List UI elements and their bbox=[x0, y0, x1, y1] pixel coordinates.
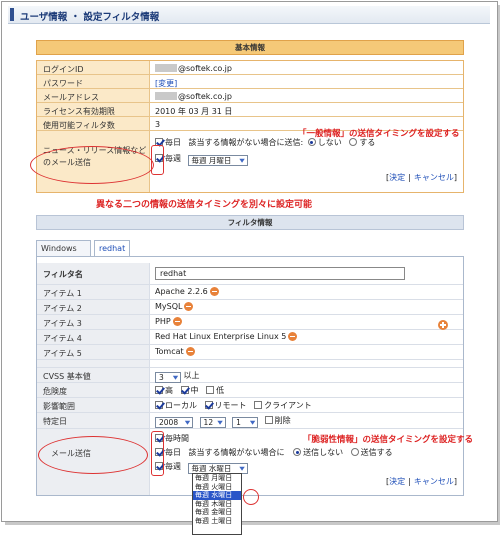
login-id-value: @softek.co.jp bbox=[178, 64, 232, 73]
item-4-value: Red Hat Linux Enterprise Linux 5 bbox=[155, 332, 287, 341]
item-3-value: PHP bbox=[155, 317, 171, 326]
daily-label: 毎日 bbox=[165, 138, 181, 147]
label-password: パスワード bbox=[37, 75, 149, 88]
row-risk: 危険度 高 中 低 bbox=[37, 383, 463, 398]
row-cvss: CVSS 基本値 3 以上 bbox=[37, 368, 463, 383]
row-date: 特定日 2008 12 1 削除 bbox=[37, 413, 463, 429]
dropdown-option[interactable]: 毎週 木曜日 bbox=[193, 500, 241, 509]
scope-remote-checkbox[interactable] bbox=[204, 401, 213, 409]
weekly-label: 毎週 bbox=[165, 154, 181, 163]
cvss-select[interactable]: 3 bbox=[155, 372, 181, 383]
label-login-id: ログインID bbox=[37, 61, 149, 74]
send-yes-radio[interactable] bbox=[349, 138, 358, 146]
label-scope: 影響範囲 bbox=[37, 398, 149, 412]
annotation-oval bbox=[243, 489, 259, 505]
vuln-cancel-link[interactable]: キャンセル bbox=[414, 477, 454, 486]
annotation-vuln: 「脆弱性情報」の送信タイミングを設定する bbox=[303, 435, 474, 445]
email-value: @softek.co.jp bbox=[178, 92, 232, 101]
send-no-radio[interactable] bbox=[307, 138, 316, 146]
tab-redhat[interactable]: redhat bbox=[94, 240, 130, 256]
frame-shadow bbox=[5, 522, 500, 525]
day-select[interactable]: 1 bbox=[232, 417, 259, 428]
month-select[interactable]: 12 bbox=[199, 417, 226, 428]
cancel-link[interactable]: キャンセル bbox=[414, 173, 454, 182]
scope-client-checkbox[interactable] bbox=[254, 401, 263, 409]
cvss-suffix: 以上 bbox=[183, 371, 200, 380]
remove-item-icon[interactable] bbox=[288, 332, 298, 341]
license-value: 2010 年 03 月 31 日 bbox=[149, 103, 463, 116]
annotation-oval bbox=[38, 436, 148, 474]
redacted-mask bbox=[155, 92, 177, 100]
send-no-label: しない bbox=[317, 138, 342, 147]
row-scope: 影響範囲 ローカル リモート クライアント bbox=[37, 398, 463, 413]
confirm-link[interactable]: 決定 bbox=[389, 173, 405, 182]
remove-item-icon[interactable] bbox=[184, 302, 194, 311]
send-yes-label: する bbox=[359, 138, 376, 147]
row-item-4: アイテム 4 Red Hat Linux Enterprise Linux 5 bbox=[37, 330, 463, 345]
annotation-general: 「一般情報」の送信タイミングを設定する bbox=[298, 129, 460, 139]
weekday-dropdown-list[interactable]: 毎週 月曜日 毎週 火曜日 毎週 水曜日 毎週 木曜日 毎週 金曜日 毎週 土曜… bbox=[192, 473, 242, 535]
dropdown-option[interactable]: 毎週 月曜日 bbox=[193, 474, 241, 483]
remove-item-icon[interactable] bbox=[172, 317, 182, 326]
remove-item-icon[interactable] bbox=[209, 287, 219, 296]
row-email: メールアドレス @softek.co.jp bbox=[37, 89, 463, 103]
scope-local-checkbox[interactable] bbox=[155, 401, 163, 409]
page-header: ユーザ情報 ・ 設定フィルタ情報 bbox=[8, 6, 490, 24]
row-item-3: アイテム 3 PHP bbox=[37, 315, 463, 330]
basic-section-title: 基本情報 bbox=[36, 40, 464, 55]
row-item-2: アイテム 2 MySQL bbox=[37, 300, 463, 315]
change-password-link[interactable]: [変更] bbox=[155, 79, 177, 88]
row-license: ライセンス有効期限 2010 年 03 月 31 日 bbox=[37, 103, 463, 117]
vuln-send-no-radio[interactable] bbox=[293, 448, 302, 456]
label-filter-name: フィルタ名 bbox=[37, 263, 149, 284]
annotation-box bbox=[151, 145, 164, 175]
label-risk: 危険度 bbox=[37, 383, 149, 397]
item-1-value: Apache 2.2.6 bbox=[155, 287, 208, 296]
filter-name-input[interactable]: redhat bbox=[155, 267, 405, 280]
weekly-day-select[interactable]: 毎週 月曜日 bbox=[187, 155, 248, 166]
row-password: パスワード [変更] bbox=[37, 75, 463, 89]
page-title: ユーザ情報 ・ 設定フィルタ情報 bbox=[20, 12, 160, 23]
dropdown-option[interactable]: 毎週 火曜日 bbox=[193, 483, 241, 492]
item-2-value: MySQL bbox=[155, 302, 183, 311]
item-5-value: Tomcat bbox=[155, 347, 184, 356]
remove-item-icon[interactable] bbox=[185, 347, 195, 356]
label-cvss: CVSS 基本値 bbox=[37, 368, 149, 382]
no-info-text: 該当する情報がない場合に送信: bbox=[188, 138, 304, 147]
filter-section-title: フィルタ情報 bbox=[36, 215, 464, 230]
vuln-confirm-link[interactable]: 決定 bbox=[389, 477, 405, 486]
tab-windows[interactable]: Windows ... bbox=[36, 240, 91, 262]
label-date: 特定日 bbox=[37, 413, 149, 428]
add-item-icon[interactable] bbox=[438, 320, 448, 330]
row-item-1: アイテム 1 Apache 2.2.6 bbox=[37, 285, 463, 300]
dropdown-option-selected[interactable]: 毎週 水曜日 bbox=[193, 491, 241, 500]
year-select[interactable]: 2008 bbox=[155, 417, 193, 428]
redacted-mask bbox=[155, 64, 177, 72]
annotation-box bbox=[151, 431, 164, 476]
label-license: ライセンス有効期限 bbox=[37, 103, 149, 116]
label-item-3: アイテム 3 bbox=[37, 315, 149, 329]
risk-low-checkbox[interactable] bbox=[206, 386, 215, 394]
header-bar-icon bbox=[10, 8, 14, 21]
risk-high-checkbox[interactable] bbox=[155, 386, 163, 394]
row-filter-name: フィルタ名 redhat bbox=[37, 263, 463, 285]
dropdown-option[interactable]: 毎週 金曜日 bbox=[193, 508, 241, 517]
label-item-2: アイテム 2 bbox=[37, 300, 149, 314]
vuln-send-yes-radio[interactable] bbox=[350, 448, 359, 456]
label-filter-count: 使用可能フィルタ数 bbox=[37, 117, 149, 130]
row-login-id: ログインID @softek.co.jp bbox=[37, 61, 463, 75]
dropdown-option[interactable]: 毎週 土曜日 bbox=[193, 517, 241, 526]
delete-date-checkbox[interactable] bbox=[264, 416, 273, 424]
row-item-5: アイテム 5 Tomcat bbox=[37, 345, 463, 360]
annotation-middle: 異なる二つの情報の送信タイミングを別々に設定可能 bbox=[96, 200, 313, 210]
label-item-4: アイテム 4 bbox=[37, 330, 149, 344]
label-item-5: アイテム 5 bbox=[37, 345, 149, 359]
label-item-1: アイテム 1 bbox=[37, 285, 149, 299]
label-email: メールアドレス bbox=[37, 89, 149, 102]
annotation-oval bbox=[30, 146, 154, 184]
risk-mid-checkbox[interactable] bbox=[180, 386, 189, 394]
